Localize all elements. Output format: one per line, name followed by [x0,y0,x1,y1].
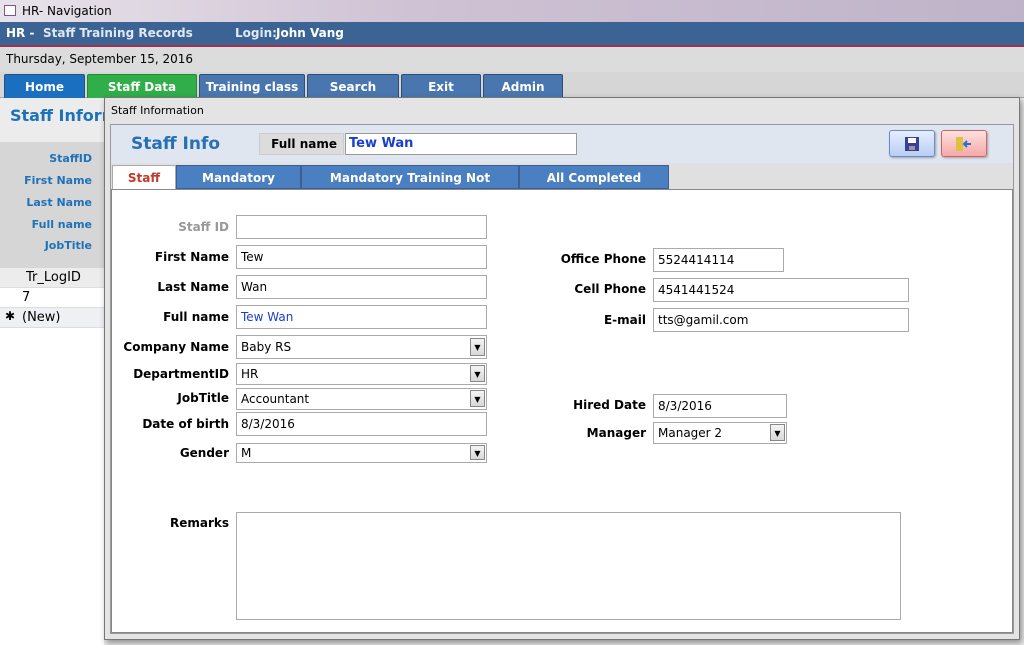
login-label: Login: [235,26,277,40]
staff-info-panel: Staff ID First Name Tew Last Name Wan Fu… [111,189,1013,633]
datasheet: Tr_LogID 7 (New) ✱ [0,268,104,645]
tab-training-class[interactable]: Training class [199,74,305,98]
dob-label: Date of birth [142,417,229,431]
table-row[interactable]: 7 [0,288,104,308]
tab-exit[interactable]: Exit [401,74,481,98]
chevron-down-icon[interactable]: ▼ [470,365,485,382]
header-prefix: HR - [6,26,35,40]
dob-field[interactable]: 8/3/2016 [236,412,487,436]
dialog-title: Staff Information [111,104,204,117]
job-title-value: Accountant [241,392,310,406]
save-icon [905,137,919,151]
full-name-header-value: Tew Wan [345,133,577,155]
email-field[interactable]: tts@gamil.com [653,308,909,332]
form-title: Staff Info [131,134,221,154]
chevron-down-icon[interactable]: ▼ [470,445,485,460]
department-select[interactable]: HR ▼ [236,363,487,385]
bg-label: Full name [31,218,92,231]
cell-phone-label: Cell Phone [574,282,646,296]
department-label: DepartmentID [133,367,229,381]
company-label: Company Name [123,340,229,354]
staff-id-field[interactable] [236,215,487,239]
full-name-header-label: Full name [259,133,344,155]
nav-tabs: Home Staff Data Training class Search Ex… [0,72,1024,98]
gender-select[interactable]: M ▼ [236,443,487,463]
job-title-label: JobTitle [177,391,229,405]
tab-home[interactable]: Home [4,74,85,98]
hired-date-label: Hired Date [573,398,646,412]
chevron-down-icon[interactable]: ▼ [770,424,785,441]
new-record-marker: ✱ [5,309,16,323]
tab-staff-info[interactable]: Staff Info [112,165,176,209]
department-value: HR [241,367,259,381]
bg-label: First Name [24,174,92,187]
bg-label: JobTitle [44,239,92,252]
company-select[interactable]: Baby RS ▼ [236,335,487,359]
dialog-body: Staff Info Full name Tew Wan Staff Info … [110,124,1014,634]
window-title: HR- Navigation [22,4,112,18]
email-label: E-mail [603,313,646,327]
staff-id-label: Staff ID [178,220,229,234]
manager-value: Manager 2 [658,426,723,440]
office-phone-field[interactable]: 5524414114 [653,248,784,272]
bg-label: StaffID [49,152,92,165]
exit-door-icon [956,137,971,151]
close-button[interactable] [941,130,987,157]
table-row-new[interactable]: (New) [0,308,104,328]
staff-information-dialog: Staff Information Staff Info Full name T… [104,97,1020,640]
full-name-label: Full name [163,310,229,324]
chevron-down-icon[interactable]: ▼ [470,390,485,407]
gender-label: Gender [179,446,229,460]
bg-label: Last Name [26,196,92,209]
form-tabs: Staff Info Mandatory Training Mandatory … [111,163,1013,209]
gender-value: M [241,446,252,460]
date-display: Thursday, September 15, 2016 [0,47,1024,72]
app-header: HR - Staff Training Records Login: John … [0,22,1024,47]
full-name-field[interactable]: Tew Wan [236,305,487,329]
tab-mandatory-not-completed[interactable]: Mandatory Training Not Completed [301,165,519,209]
tab-search[interactable]: Search [307,74,399,98]
first-name-field[interactable]: Tew [236,245,487,269]
tab-admin[interactable]: Admin [483,74,563,98]
job-title-select[interactable]: Accountant ▼ [236,388,487,410]
company-value: Baby RS [241,340,292,354]
last-name-field[interactable]: Wan [236,275,487,299]
remarks-textarea[interactable] [236,512,901,620]
tab-mandatory-training[interactable]: Mandatory Training [176,165,301,209]
window-title-bar: HR- Navigation [0,0,1024,22]
app-icon [4,5,16,16]
last-name-label: Last Name [157,280,229,294]
manager-select[interactable]: Manager 2 ▼ [653,422,787,444]
first-name-label: First Name [154,250,229,264]
manager-label: Manager [586,426,646,440]
hired-date-field[interactable]: 8/3/2016 [653,394,787,418]
save-button[interactable] [889,130,935,157]
app-name: Staff Training Records [43,26,193,40]
cell-phone-field[interactable]: 4541441524 [653,278,909,302]
login-user: John Vang [276,26,344,40]
background-search-panel: StaffID First Name Last Name Full name J… [0,142,104,268]
tab-all-completed[interactable]: All Completed Trainings [519,165,669,209]
office-phone-label: Office Phone [560,252,646,266]
tab-staff-data[interactable]: Staff Data [87,74,197,98]
column-header[interactable]: Tr_LogID [0,268,104,288]
remarks-label: Remarks [169,516,229,530]
chevron-down-icon[interactable]: ▼ [470,338,485,356]
